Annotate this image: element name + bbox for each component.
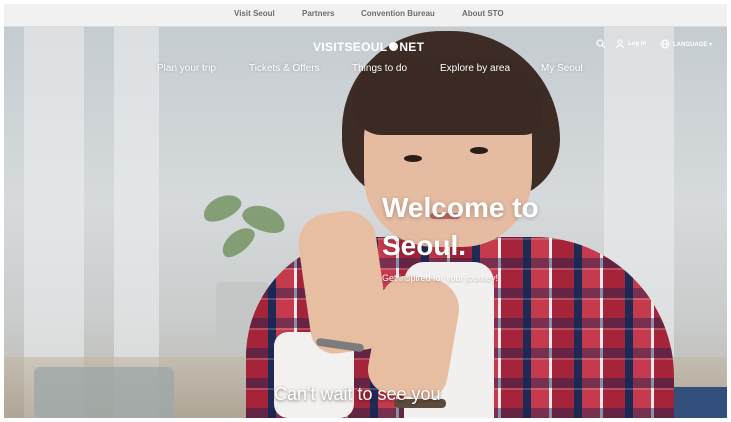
nav-explore-by-area[interactable]: Explore by area xyxy=(440,63,510,74)
top-utility-bar: Visit Seoul Partners Convention Bureau A… xyxy=(4,4,727,27)
eye xyxy=(470,147,488,154)
hero-headline: Welcome to Seoul. xyxy=(382,189,539,265)
topbar-link-partners[interactable]: Partners xyxy=(302,9,334,18)
hero-headline-line2: Seoul. xyxy=(382,230,467,261)
login-link[interactable]: Log in xyxy=(628,41,646,47)
nav-tickets-offers[interactable]: Tickets & Offers xyxy=(249,63,320,74)
logo-text-right: NET xyxy=(399,40,425,54)
topbar-link-visit-seoul[interactable]: Visit Seoul xyxy=(234,9,275,18)
sofa xyxy=(34,367,174,418)
search-icon[interactable] xyxy=(596,39,606,51)
topbar-link-convention-bureau[interactable]: Convention Bureau xyxy=(361,9,435,18)
site-logo[interactable]: VISITSEOUL NET xyxy=(313,40,424,54)
globe-icon[interactable] xyxy=(660,39,670,51)
browser-viewport: Visit Seoul Partners Convention Bureau A… xyxy=(4,4,727,418)
video-caption: Can't wait to see you xyxy=(274,384,441,404)
logo-text-left: VISITSEOUL xyxy=(313,40,388,54)
hero-banner: VISITSEOUL NET Log in LANGUAGE ▾ Plan you… xyxy=(4,27,727,418)
nav-things-to-do[interactable]: Things to do xyxy=(352,63,407,74)
chevron-down-icon: ▾ xyxy=(707,42,713,48)
language-selector[interactable]: LANGUAGE ▾ xyxy=(673,41,712,48)
main-header: VISITSEOUL NET Log in LANGUAGE ▾ Plan you… xyxy=(4,27,727,87)
hero-headline-line1: Welcome to xyxy=(382,192,539,223)
hero-subtitle: Get inspired for your journey! xyxy=(382,273,499,283)
eye xyxy=(404,155,422,162)
topbar-link-about-sto[interactable]: About STO xyxy=(462,9,504,18)
logo-dot-icon xyxy=(389,42,399,52)
user-icon[interactable] xyxy=(615,39,625,51)
nav-plan-your-trip[interactable]: Plan your trip xyxy=(157,63,216,74)
nav-my-seoul[interactable]: My Seoul xyxy=(541,63,583,74)
language-label: LANGUAGE xyxy=(673,42,708,48)
